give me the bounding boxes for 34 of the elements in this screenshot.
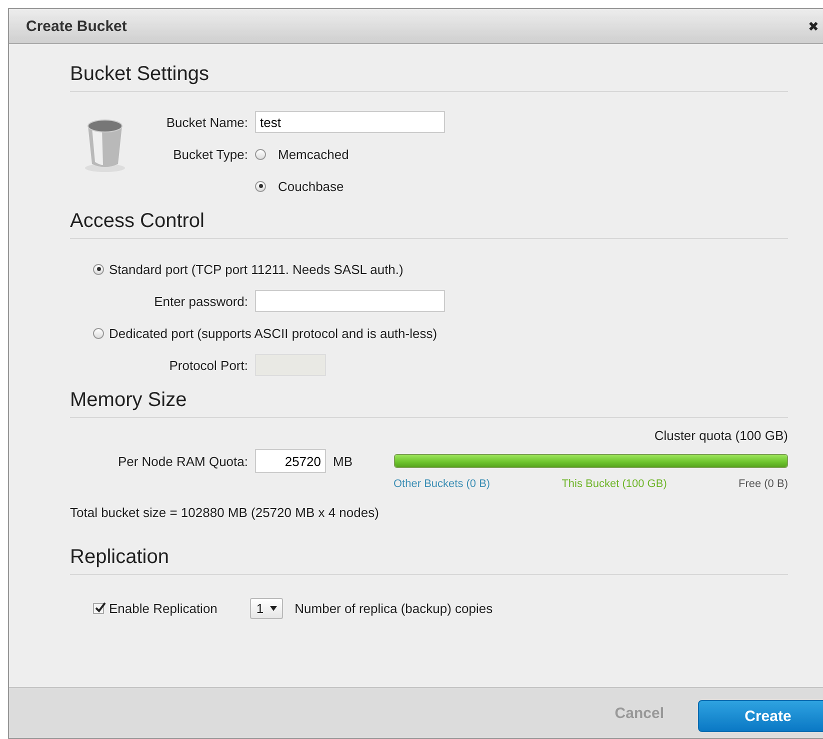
field-label: Bucket Type: [172, 146, 248, 162]
replica-select[interactable]: 1 [250, 598, 283, 618]
section-heading: Access Control [70, 210, 788, 239]
replica-label: Number of replica (backup) copies [294, 600, 493, 616]
section-heading: Memory Size [70, 389, 788, 418]
unit-label: MB [333, 454, 352, 468]
field-label: Enter password: [153, 294, 248, 308]
input-field[interactable]: 25720 [255, 449, 326, 473]
dialog-title: Create Bucket [26, 18, 127, 34]
radio-button[interactable] [93, 328, 104, 338]
field-label: Bucket Name: [165, 114, 248, 130]
field-label: Per Node RAM Quota: [116, 454, 248, 468]
section-heading: Replication [70, 546, 788, 575]
section-heading: Bucket Settings [70, 63, 788, 92]
input-field[interactable]: test [255, 111, 445, 133]
caret-icon [270, 606, 277, 610]
create-button[interactable]: Create [698, 700, 823, 732]
radio-button[interactable] [255, 148, 266, 160]
quota-label: Cluster quota (100 GB) [653, 428, 788, 445]
checkbox[interactable] [93, 602, 104, 614]
legend-label: Other Buckets (0 B) [394, 478, 490, 490]
input-field[interactable] [255, 290, 445, 312]
checkbox-label: Enable Replication [109, 600, 218, 616]
radio-label: Standard port (TCP port 11211. Needs SASL auth.) [109, 262, 404, 276]
field-label: Protocol Port: [168, 358, 248, 372]
total-size-text: Total bucket size = 102880 MB (25720 MB x 4 nodes) [70, 505, 380, 520]
close-button[interactable]: ✖ [808, 18, 822, 34]
radio-label: Dedicated port (supports ASCII protocol and is auth-less) [109, 326, 438, 340]
legend-label: Free (0 B) [738, 478, 788, 490]
radio-label: Memcached [278, 146, 349, 162]
radio-label: Couchbase [278, 178, 344, 194]
radio-button[interactable] [255, 180, 266, 192]
radio-button[interactable] [93, 264, 104, 274]
legend-label: This Bucket (100 GB) [562, 478, 667, 490]
